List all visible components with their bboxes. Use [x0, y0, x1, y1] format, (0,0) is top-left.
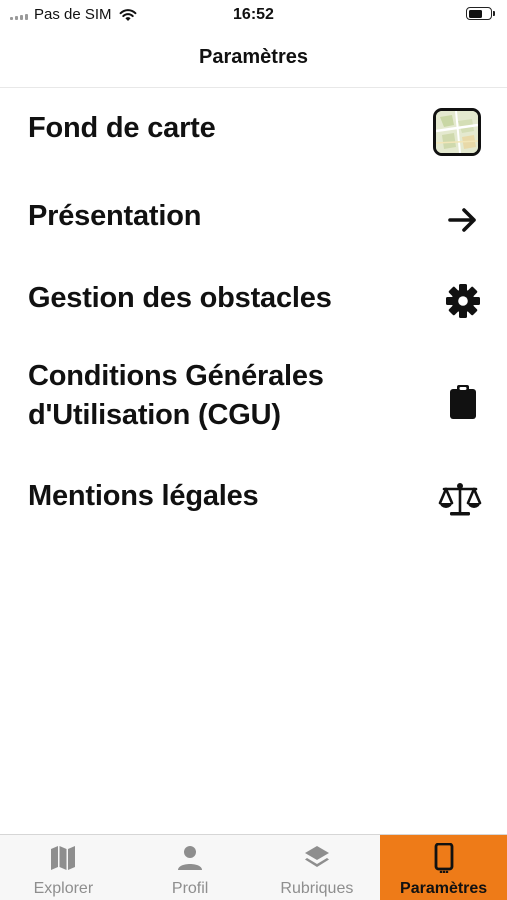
tab-profil[interactable]: Profil — [127, 835, 254, 900]
nav-header: Paramètres — [0, 30, 507, 88]
map-thumbnail-icon — [433, 108, 481, 156]
map-icon — [49, 843, 77, 873]
tab-label: Profil — [171, 880, 209, 897]
tab-label: Paramètres — [400, 880, 488, 897]
settings-item-mentions-legales[interactable]: Mentions légales — [0, 463, 507, 547]
clipboard-icon — [443, 382, 483, 422]
layers-icon — [303, 843, 331, 873]
gear-icon — [443, 281, 483, 321]
page-title: Paramètres — [199, 46, 308, 68]
settings-item-label: Mentions légales — [28, 480, 259, 512]
settings-item-label: Présentation — [28, 200, 202, 232]
phone-icon — [433, 843, 455, 873]
tab-parametres[interactable]: Paramètres — [380, 835, 507, 900]
person-icon — [176, 843, 204, 873]
settings-item-label: Fond de carte — [28, 112, 216, 144]
tab-explorer[interactable]: Explorer — [0, 835, 127, 900]
settings-item-label: Gestion des obstacles — [28, 282, 332, 314]
settings-item-label-line1: Conditions Générales — [28, 360, 324, 392]
tab-label: Rubriques — [280, 880, 354, 897]
settings-item-label-line2: d'Utilisation (CGU) — [28, 399, 281, 431]
settings-item-gestion-obstacles[interactable]: Gestion des obstacles — [0, 261, 507, 341]
scale-icon — [437, 479, 483, 519]
arrow-right-icon — [443, 200, 483, 240]
tab-bar: Explorer Profil Rubriques Paramètres — [0, 834, 507, 900]
settings-item-presentation[interactable]: Présentation — [0, 175, 507, 261]
battery-icon — [466, 7, 495, 20]
settings-item-cgu[interactable]: Conditions Générales d'Utilisation (CGU) — [0, 341, 507, 463]
settings-item-fond-de-carte[interactable]: Fond de carte — [0, 89, 507, 175]
tab-rubriques[interactable]: Rubriques — [254, 835, 381, 900]
status-time: 16:52 — [233, 6, 274, 23]
tab-label: Explorer — [33, 880, 94, 897]
status-bar: Pas de SIM 16:52 — [0, 0, 507, 30]
